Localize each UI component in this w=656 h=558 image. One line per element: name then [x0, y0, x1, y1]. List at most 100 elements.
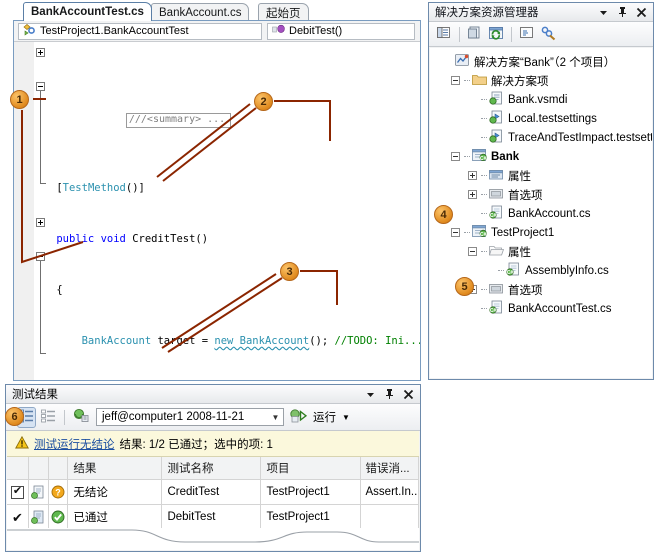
solution-tree-item[interactable]: 属性 [430, 166, 652, 185]
code-line: public void CreditTest() [50, 233, 209, 245]
tree-connector [481, 99, 487, 100]
test-run-icon[interactable] [73, 408, 90, 426]
tree-connector [481, 213, 487, 214]
tab-start-page[interactable]: 起始页 [258, 3, 309, 21]
class-dropdown[interactable]: TestProject1.BankAccountTest [18, 22, 262, 40]
code-text[interactable]: ///<summary> ... [TestMethod()] public v… [50, 44, 420, 380]
outline-guide-2 [40, 261, 41, 353]
svg-text:?: ? [55, 488, 61, 498]
test-results-panel: 测试结果 jeff@computer1 2008-11-21 ▼ 运行 ▼ 测试… [5, 384, 421, 552]
expander-minus-icon[interactable] [451, 228, 464, 237]
outline-guide-1 [40, 91, 41, 183]
solution-tree-item[interactable]: Bank.vsmdi [430, 90, 652, 109]
tree-item-label: TraceAndTestImpact.testsett... [508, 131, 652, 144]
expander-minus-icon[interactable] [468, 247, 481, 256]
column-header-error-message[interactable]: 错误消... [361, 457, 419, 479]
solution-explorer-titlebar: 解决方案资源管理器 [429, 3, 653, 22]
run-button-label[interactable]: 运行 [313, 409, 336, 425]
pin-icon[interactable] [616, 5, 629, 19]
outline-collapse-method-2[interactable] [36, 252, 45, 261]
csfile-icon: C# [489, 205, 504, 222]
properties-icon[interactable] [436, 25, 452, 44]
cell-test-name: CreditTest [162, 480, 262, 504]
table-row[interactable]: ✔ ? 无结论 CreditTest TestProject1 Assert.I… [7, 480, 419, 505]
close-icon[interactable] [635, 5, 648, 19]
solution-tree-item[interactable]: TraceAndTestImpact.testsett... [430, 128, 652, 147]
class-icon [23, 23, 36, 39]
outline-expand-summary-1[interactable] [36, 48, 45, 57]
dropdown-icon[interactable] [597, 5, 610, 19]
solution-tree-item[interactable]: 解决方案“Bank”（2 个项目） [430, 52, 652, 71]
row-checkbox[interactable]: ✔ [7, 505, 29, 529]
pin-icon[interactable] [383, 387, 396, 401]
solution-tree-item[interactable]: C# BankAccountTest.cs [430, 299, 652, 318]
folder-icon [472, 73, 487, 89]
tab-bankaccount[interactable]: BankAccount.cs [151, 3, 250, 21]
tree-item-label: 属性 [508, 170, 531, 183]
csfile-icon: C# [489, 300, 504, 317]
run-button-chevron-icon[interactable]: ▼ [342, 413, 350, 422]
callout-marker-5: 5 [455, 277, 474, 296]
tree-connector [464, 156, 470, 157]
view-designer-icon[interactable] [540, 25, 557, 44]
code-line: [TestMethod()] [50, 182, 145, 194]
expander-minus-icon[interactable] [451, 76, 464, 85]
code-line: BankAccount target = new BankAccount(); … [81, 335, 420, 347]
tab-bankaccounttest[interactable]: BankAccountTest.cs [23, 2, 152, 21]
outline-collapse-method-1[interactable] [36, 82, 45, 91]
expander-box[interactable] [451, 76, 460, 85]
solution-tree-item[interactable]: 首选项 [430, 185, 652, 204]
test-run-selector[interactable]: jeff@computer1 2008-11-21 ▼ [96, 408, 284, 426]
refresh-icon[interactable] [488, 25, 504, 44]
callout-marker-6: 6 [5, 407, 24, 426]
solution-tree-item[interactable]: C# Bank [430, 147, 652, 166]
inconclusive-icon: ? [49, 480, 69, 504]
code-surface[interactable]: ///<summary> ... [TestMethod()] public v… [14, 42, 420, 380]
chevron-down-icon[interactable]: ▼ [268, 409, 283, 425]
view-code-icon[interactable] [519, 25, 535, 44]
expander-box[interactable] [468, 171, 477, 180]
cell-test-name: DebitTest [162, 505, 262, 529]
show-all-files-icon[interactable] [467, 25, 483, 44]
expander-box[interactable] [451, 228, 460, 237]
test-doc-icon [29, 505, 49, 529]
collapsed-summary-label: ///<summary> ... [125, 112, 232, 128]
member-dropdown-value: DebitTest() [289, 25, 343, 37]
outline-expand-summary-2[interactable] [36, 218, 45, 227]
solution-tree-item[interactable]: Local.testsettings [430, 109, 652, 128]
expander-plus-icon[interactable] [468, 190, 481, 199]
code-collapsed-summary-1[interactable]: ///<summary> ... [50, 95, 418, 128]
column-header-doc[interactable] [29, 457, 49, 479]
test-run-status-link[interactable]: 测试运行无结论 [34, 436, 115, 452]
solution-tree-item[interactable]: 解决方案项 [430, 71, 652, 90]
expander-box[interactable] [468, 190, 477, 199]
solution-tree[interactable]: 解决方案“Bank”（2 个项目） 解决方案项 Bank.vsmdi Local.te… [430, 48, 652, 378]
expander-box[interactable] [451, 152, 460, 161]
close-icon[interactable] [402, 387, 415, 401]
properties-folder-icon [489, 168, 504, 184]
expander-minus-icon[interactable] [451, 152, 464, 161]
member-dropdown[interactable]: DebitTest() [267, 22, 415, 40]
outlining-column[interactable] [34, 42, 50, 380]
test-results-grid[interactable]: 结果 测试名称 项目 错误消... ✔ ? 无结论 CreditTest Tes… [7, 457, 419, 529]
cell-project: TestProject1 [261, 505, 361, 529]
dropdown-icon[interactable] [364, 387, 377, 401]
toolbar-separator [64, 409, 65, 425]
column-header-project[interactable]: 项目 [261, 457, 361, 479]
cell-project: TestProject1 [261, 480, 361, 504]
expander-plus-icon[interactable] [468, 171, 481, 180]
column-header-test-name[interactable]: 测试名称 [162, 457, 262, 479]
callout-marker-2: 2 [254, 92, 273, 111]
column-header-status[interactable] [49, 457, 69, 479]
tab-label: 起始页 [266, 7, 301, 20]
run-icon[interactable] [290, 408, 308, 426]
column-header-result[interactable]: 结果 [68, 457, 163, 479]
row-checkbox[interactable]: ✔ [7, 480, 29, 504]
solution-tree-item[interactable]: C# BankAccount.cs [430, 204, 652, 223]
expander-box[interactable] [468, 247, 477, 256]
group-by-icon[interactable] [41, 409, 56, 426]
column-header-select[interactable] [7, 457, 29, 479]
solution-tree-item[interactable]: 属性 [430, 242, 652, 261]
solution-tree-item[interactable]: C# TestProject1 [430, 223, 652, 242]
table-row[interactable]: ✔ 已通过 DebitTest TestProject1 [7, 505, 419, 529]
